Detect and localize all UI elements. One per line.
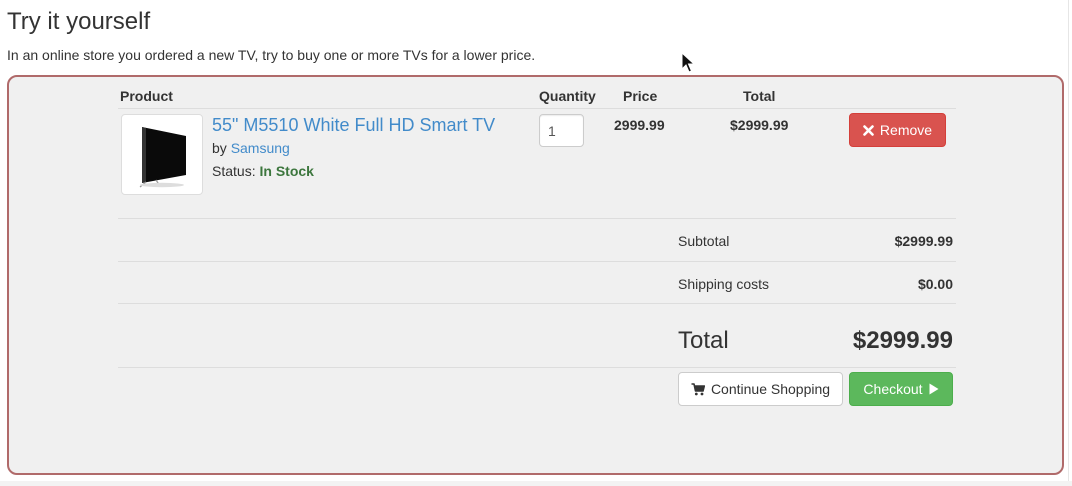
total-divider	[118, 367, 956, 368]
header-product: Product	[120, 88, 173, 104]
header-price: Price	[623, 88, 658, 104]
product-thumbnail[interactable]	[121, 114, 203, 195]
page-title: Try it yourself	[7, 8, 151, 35]
play-icon	[929, 383, 939, 395]
cart-table: Product Quantity Price Total 55" M5510 W…	[118, 77, 956, 475]
page-edge	[1068, 0, 1069, 486]
stock-status-line: Status: In Stock	[212, 163, 314, 179]
total-label: Total	[678, 327, 729, 354]
remove-button[interactable]: Remove	[849, 113, 946, 147]
total-value: $2999.99	[852, 327, 953, 354]
subtotal-value: $2999.99	[894, 233, 953, 249]
header-divider	[118, 108, 956, 109]
item-price: 2999.99	[614, 117, 665, 133]
checkout-button[interactable]: Checkout	[849, 372, 953, 406]
continue-shopping-button[interactable]: Continue Shopping	[678, 372, 843, 406]
shipping-label: Shipping costs	[678, 276, 770, 292]
times-icon	[863, 124, 874, 136]
status-label: Status:	[212, 163, 256, 179]
status-value: In Stock	[259, 163, 314, 179]
product-brand-line: by Samsung	[212, 140, 290, 156]
continue-shopping-label: Continue Shopping	[710, 381, 831, 397]
header-total: Total	[743, 88, 776, 104]
shipping-value: $0.00	[917, 276, 953, 292]
subtotal-divider	[118, 261, 956, 262]
remove-label: Remove	[879, 122, 933, 138]
product-name-link[interactable]: 55" M5510 White Full HD Smart TV	[212, 115, 495, 136]
item-divider	[118, 218, 956, 219]
intro-text: In an online store you ordered a new TV,…	[7, 47, 536, 63]
quantity-input[interactable]	[539, 114, 584, 147]
tv-icon	[139, 127, 186, 188]
brand-link[interactable]: Samsung	[231, 140, 290, 156]
shopping-cart-icon	[691, 382, 705, 396]
shopping-cart-panel: Product Quantity Price Total 55" M5510 W…	[7, 75, 1064, 475]
page-bottom-edge	[0, 481, 1072, 486]
shipping-divider	[118, 303, 956, 304]
header-quantity: Quantity	[539, 88, 596, 104]
subtotal-label: Subtotal	[678, 233, 730, 249]
brand-prefix: by	[212, 140, 227, 156]
item-total: $2999.99	[730, 117, 789, 133]
mouse-cursor-icon	[681, 51, 696, 79]
checkout-label: Checkout	[863, 381, 923, 397]
page: Try it yourself In an online store you o…	[0, 0, 1072, 486]
